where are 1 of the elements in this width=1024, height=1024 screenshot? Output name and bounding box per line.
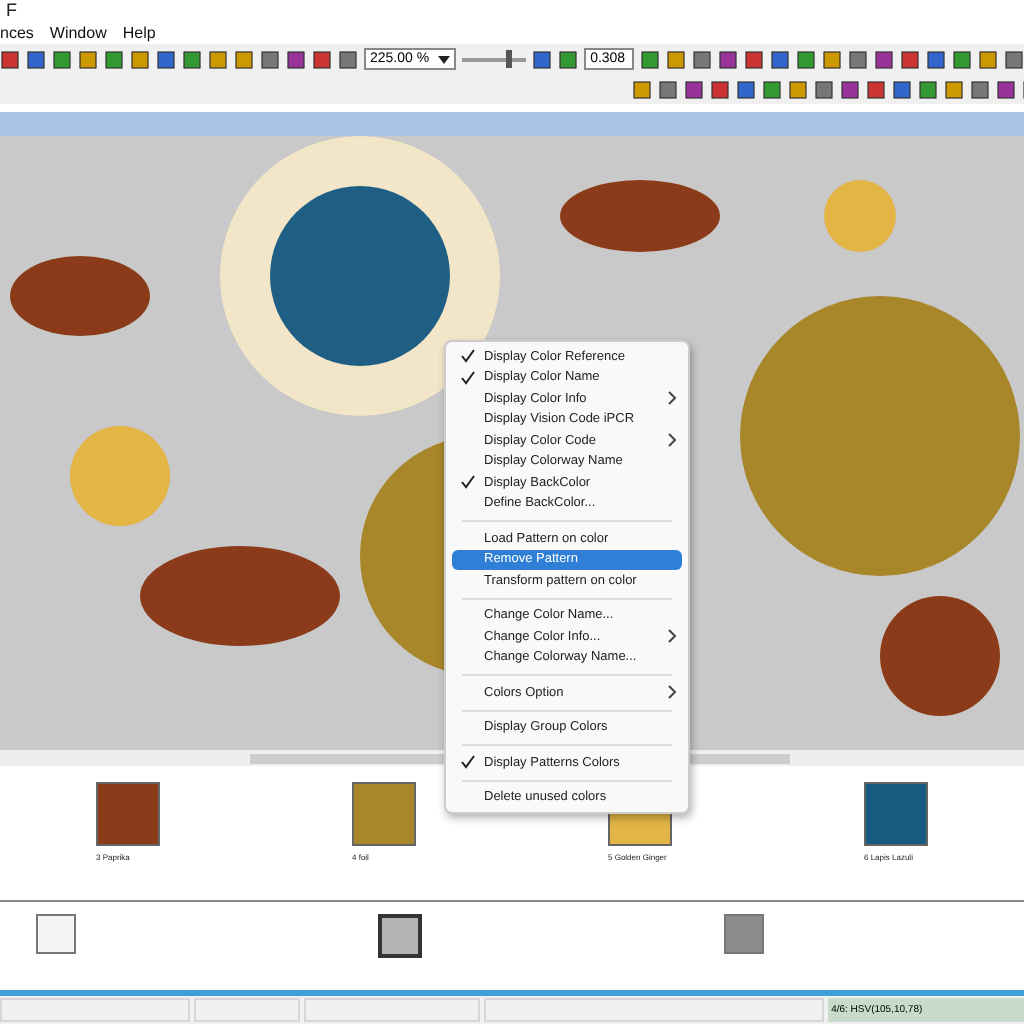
window-title: F [4, 0, 19, 20]
